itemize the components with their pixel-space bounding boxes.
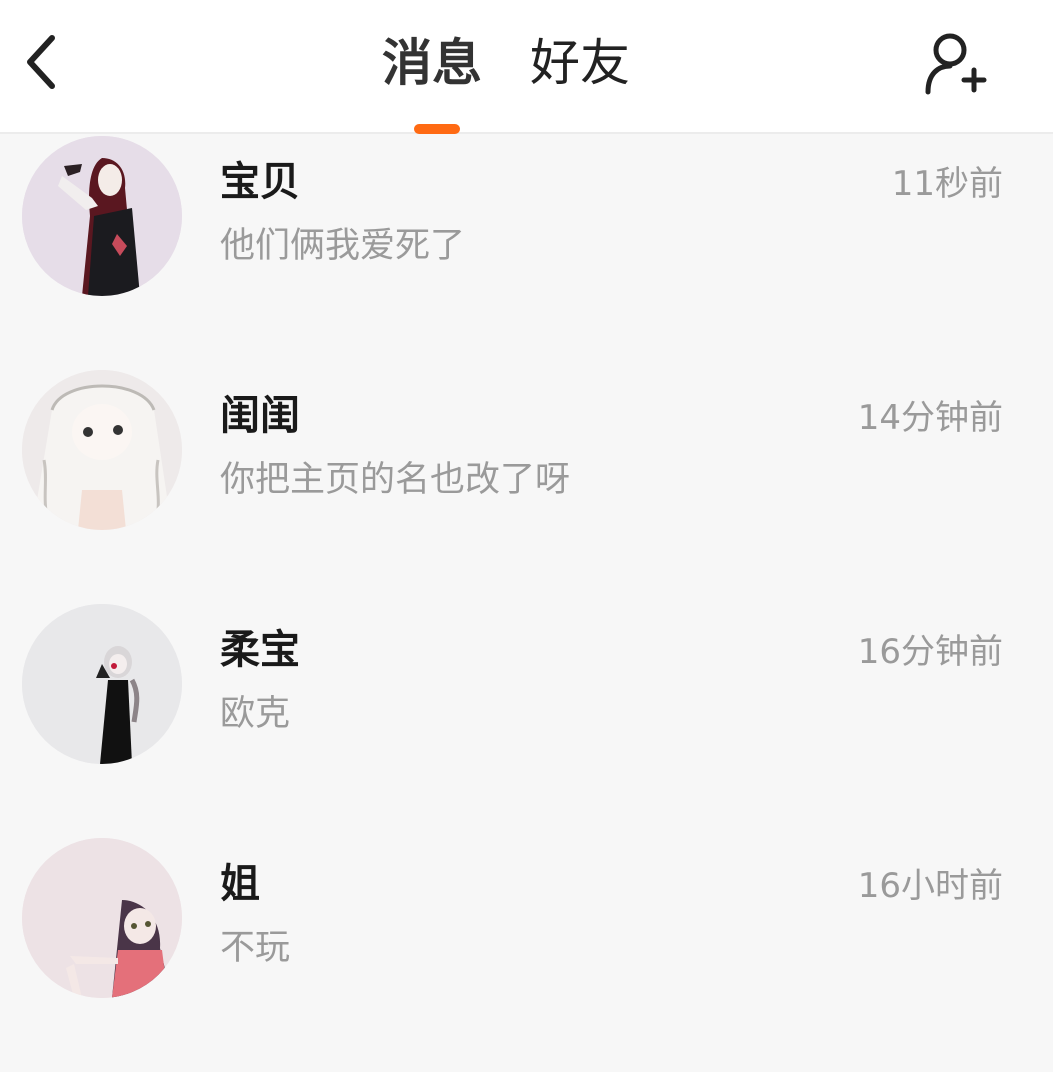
tab-messages[interactable]: 消息 bbox=[382, 28, 482, 98]
avatar[interactable] bbox=[22, 838, 182, 998]
add-friend-button[interactable] bbox=[920, 28, 992, 100]
top-nav-bar: 消息 好友 bbox=[0, 0, 1053, 134]
active-tab-indicator bbox=[414, 124, 460, 134]
back-button[interactable] bbox=[18, 32, 66, 92]
avatar-image bbox=[22, 838, 182, 998]
conversation-item[interactable]: 姐 16小时前 不玩 bbox=[0, 838, 1053, 1072]
avatar[interactable] bbox=[22, 604, 182, 764]
avatar[interactable] bbox=[22, 370, 182, 530]
conversation-item[interactable]: 宝贝 11秒前 他们俩我爱死了 bbox=[0, 136, 1053, 370]
avatar-image bbox=[22, 604, 182, 764]
avatar[interactable] bbox=[22, 136, 182, 296]
contact-name: 宝贝 bbox=[220, 159, 300, 205]
user-plus-icon bbox=[925, 33, 987, 95]
avatar-image bbox=[22, 136, 182, 296]
message-preview: 你把主页的名也改了呀 bbox=[220, 460, 571, 500]
message-time: 16分钟前 bbox=[857, 632, 1003, 672]
message-time: 16小时前 bbox=[857, 866, 1003, 906]
message-preview: 欧克 bbox=[220, 694, 291, 734]
conversation-item[interactable]: 闺闺 14分钟前 你把主页的名也改了呀 bbox=[0, 370, 1053, 604]
message-time: 14分钟前 bbox=[857, 398, 1003, 438]
chevron-left-icon bbox=[27, 35, 55, 89]
contact-name: 闺闺 bbox=[220, 393, 300, 439]
message-preview: 他们俩我爱死了 bbox=[220, 226, 466, 266]
contact-name: 柔宝 bbox=[220, 627, 300, 673]
message-time: 11秒前 bbox=[891, 164, 1003, 204]
tab-friends[interactable]: 好友 bbox=[530, 28, 630, 98]
contact-name: 姐 bbox=[220, 861, 260, 907]
avatar-image bbox=[22, 370, 182, 530]
conversation-item[interactable]: 柔宝 16分钟前 欧克 bbox=[0, 604, 1053, 838]
tab-bar: 消息 好友 bbox=[370, 28, 630, 98]
message-preview: 不玩 bbox=[220, 928, 291, 968]
